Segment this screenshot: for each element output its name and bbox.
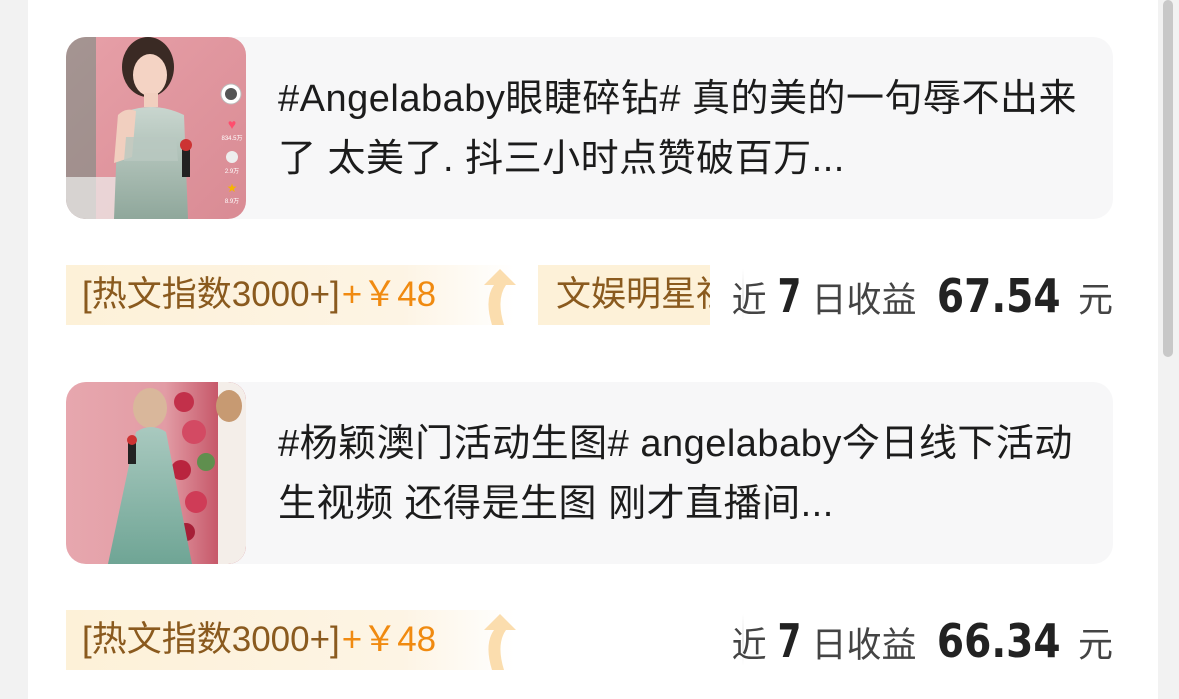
earnings-unit: 元 bbox=[1077, 281, 1113, 320]
article-meta-row: [热文指数3000+]+￥48 文娱明星社 近7 日收益 67.54 元 bbox=[66, 265, 1113, 327]
earnings-summary: 近 7 日收益 66.34 元 bbox=[732, 610, 1113, 672]
article-title[interactable]: #Angelababy眼睫碎钻# 真的美的一句辱不出来了 太美了. 抖三小时点赞… bbox=[278, 69, 1087, 189]
earnings-summary: 近 7 日收益 67.54 元 bbox=[732, 265, 1113, 327]
article-thumbnail[interactable] bbox=[66, 382, 246, 564]
article-thumbnail[interactable]: ♥ 834.5万 2.9万 ★ 8.9万 bbox=[66, 37, 246, 219]
article-card[interactable]: ♥ 834.5万 2.9万 ★ 8.9万 #Angelababy眼睫碎钻# 真的… bbox=[66, 37, 1113, 219]
category-tag[interactable]: 文娱明星社 bbox=[538, 265, 710, 325]
photo-image: ♥ 834.5万 2.9万 ★ 8.9万 bbox=[66, 37, 246, 219]
svg-text:834.5万: 834.5万 bbox=[221, 135, 242, 142]
scrollbar[interactable] bbox=[1163, 0, 1173, 357]
hot-index-label: [热文指数3000+] bbox=[82, 275, 340, 314]
reward-amount: +￥48 bbox=[341, 620, 437, 659]
reward-amount: +￥48 bbox=[341, 275, 437, 314]
earnings-value: 67.54 bbox=[937, 269, 1062, 323]
feed-page: ♥ 834.5万 2.9万 ★ 8.9万 #Angelababy眼睫碎钻# 真的… bbox=[28, 0, 1158, 699]
hot-index-label: [热文指数3000+] bbox=[82, 620, 340, 659]
article-title[interactable]: #杨颖澳门活动生图# angelababy今日线下活动生视频 还得是生图 刚才直… bbox=[278, 414, 1087, 534]
hot-index-tag[interactable]: [热文指数3000+]+￥48 bbox=[66, 265, 514, 325]
earnings-label: 日收益 bbox=[811, 281, 917, 320]
arrow-up-icon bbox=[484, 269, 516, 325]
svg-text:♥: ♥ bbox=[228, 116, 236, 132]
svg-text:8.9万: 8.9万 bbox=[225, 198, 239, 205]
earnings-prefix: 近 bbox=[731, 626, 767, 665]
earnings-unit: 元 bbox=[1077, 626, 1113, 665]
svg-text:2.9万: 2.9万 bbox=[225, 168, 239, 175]
earnings-days: 7 bbox=[777, 269, 801, 323]
earnings-days: 7 bbox=[777, 614, 801, 668]
earnings-value: 66.34 bbox=[937, 614, 1062, 668]
arrow-up-icon bbox=[484, 614, 516, 670]
svg-text:★: ★ bbox=[227, 181, 238, 195]
hot-index-tag[interactable]: [热文指数3000+]+￥48 bbox=[66, 610, 514, 670]
article-meta-row: [热文指数3000+]+￥48 近 7 日收益 66.34 元 bbox=[66, 610, 1113, 672]
earnings-label: 日收益 bbox=[811, 626, 917, 665]
earnings-prefix: 近 bbox=[731, 281, 767, 320]
article-card[interactable]: #杨颖澳门活动生图# angelababy今日线下活动生视频 还得是生图 刚才直… bbox=[66, 382, 1113, 564]
photo-image bbox=[66, 382, 246, 564]
